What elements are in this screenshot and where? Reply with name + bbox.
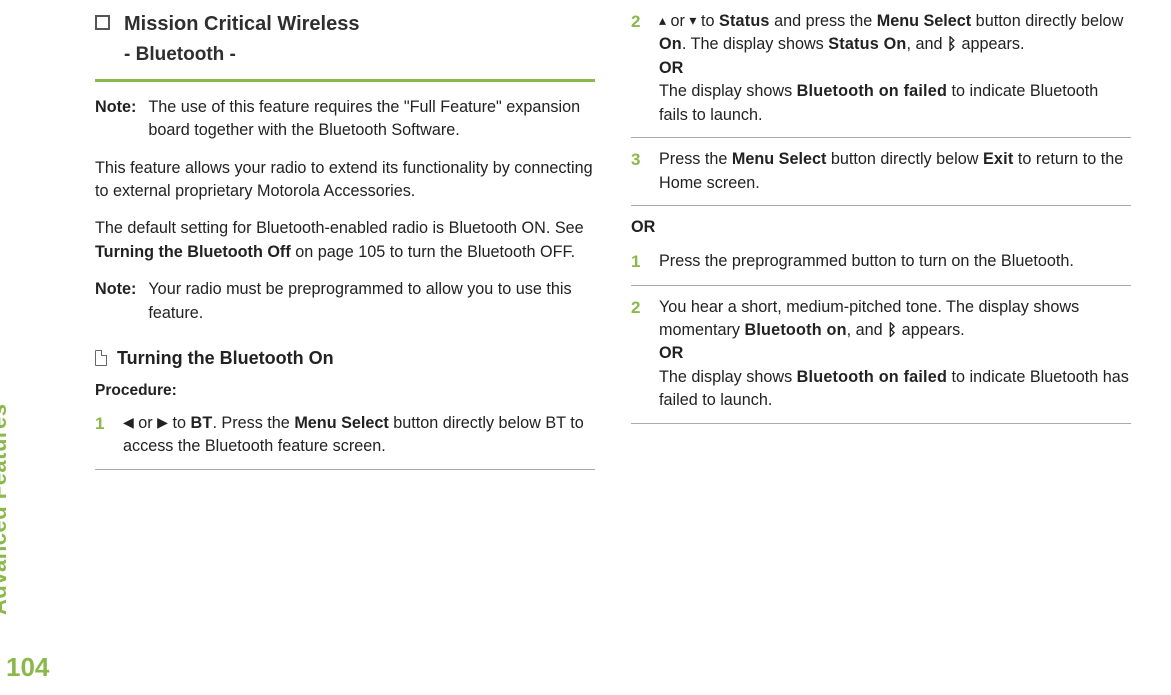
or-separator: OR [631,216,1131,239]
procedure-step-2: 2 ▴ or ▾ to Status and press the Menu Se… [631,10,1131,138]
alt-step-1: 1 Press the preprogrammed button to turn… [631,250,1131,286]
step-body: You hear a short, medium-pitched tone. T… [659,296,1131,413]
or-label: OR [659,59,683,77]
ui-label-exit: Exit [983,150,1014,168]
text: appears. [897,321,965,339]
section-header: Mission Critical Wireless - Bluetooth - [95,10,595,69]
ui-label-on: On [659,35,682,53]
step-body: Press the Menu Select button directly be… [659,148,1131,195]
section-title-block: Mission Critical Wireless - Bluetooth - [124,10,359,69]
step-body: ◀ or ▶ to BT. Press the Menu Select butt… [123,412,595,459]
text: The default setting for Bluetooth-enable… [95,219,584,237]
step-body: ▴ or ▾ to Status and press the Menu Sele… [659,10,1131,127]
note-label: Note: [95,278,136,325]
step-number: 1 [631,250,645,275]
step-number: 2 [631,296,645,413]
text: The display shows [659,82,797,100]
page-number: 104 [6,652,49,683]
note-block-1: Note: The use of this feature requires t… [95,96,595,143]
section-subtitle: - Bluetooth - [124,41,359,69]
left-arrow-icon: ◀ [123,412,134,432]
ui-label-bt-failed: Bluetooth on failed [797,368,947,386]
right-arrow-icon: ▶ [157,412,168,432]
text: and press the [770,12,877,30]
ui-label-status: Status [719,12,770,30]
note-text: The use of this feature requires the "Fu… [148,96,595,143]
alt-step-2: 2 You hear a short, medium-pitched tone.… [631,296,1131,424]
text: or [666,12,689,30]
procedure-label: Procedure: [95,380,595,402]
subheading-row: Turning the Bluetooth On [95,345,595,371]
step-body: Press the preprogrammed button to turn o… [659,250,1131,275]
step-number: 2 [631,10,645,127]
subheading: Turning the Bluetooth On [117,345,334,371]
page-icon [95,350,107,366]
step-number: 1 [95,412,109,459]
up-arrow-icon: ▴ [659,10,666,30]
two-column-layout: Mission Critical Wireless - Bluetooth - … [95,10,1151,480]
step-number: 3 [631,148,645,195]
bluetooth-icon: ᛒ [887,319,897,342]
text: or [134,414,157,432]
text: button directly below [971,12,1123,30]
section-title: Mission Critical Wireless [124,10,359,39]
ui-label-bt-failed: Bluetooth on failed [797,82,947,100]
cross-ref: Turning the Bluetooth Off [95,243,291,261]
ui-label-menu-select: Menu Select [877,12,971,30]
text: , and [847,321,888,339]
procedure-step-1: 1 ◀ or ▶ to BT. Press the Menu Select bu… [95,412,595,470]
note-block-2: Note: Your radio must be preprogrammed t… [95,278,595,325]
procedure-step-3: 3 Press the Menu Select button directly … [631,148,1131,206]
text: . Press the [212,414,294,432]
title-divider [95,79,595,82]
text: on page 105 to turn the Bluetooth OFF. [291,243,575,261]
ui-label-menu-select: Menu Select [732,150,826,168]
section-square-icon [95,15,110,30]
down-arrow-icon: ▾ [689,10,696,30]
note-text: Your radio must be preprogrammed to allo… [148,278,595,325]
text: button directly below [826,150,983,168]
text: The display shows [659,368,797,386]
text: appears. [957,35,1025,53]
or-label: OR [659,344,683,362]
ui-label-bt-on: Bluetooth on [744,321,846,339]
left-column: Mission Critical Wireless - Bluetooth - … [95,10,595,480]
bluetooth-icon: ᛒ [947,33,957,56]
sidebar-section-label: Advanced Features [0,404,12,615]
text: to [168,414,191,432]
text: to [696,12,719,30]
ui-label-status-on: Status On [828,35,906,53]
paragraph-intro: This feature allows your radio to extend… [95,157,595,204]
text: Press the [659,150,732,168]
text: , and [907,35,948,53]
text: . The display shows [682,35,828,53]
ui-label-menu-select: Menu Select [294,414,388,432]
ui-label-bt: BT [190,414,212,432]
document-page: Advanced Features 104 Mission Critical W… [0,0,1171,695]
right-column: 2 ▴ or ▾ to Status and press the Menu Se… [631,10,1131,480]
note-label: Note: [95,96,136,143]
paragraph-default-setting: The default setting for Bluetooth-enable… [95,217,595,264]
